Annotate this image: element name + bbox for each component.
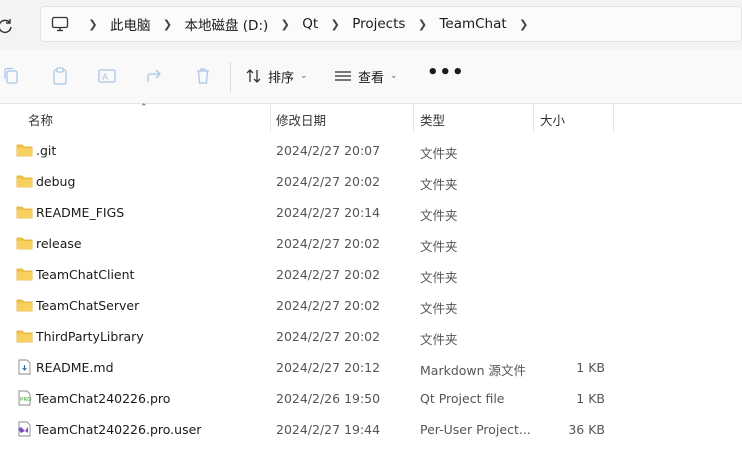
svg-text:PRO: PRO xyxy=(20,397,32,403)
view-button[interactable]: 查看 ⌄ xyxy=(334,64,398,88)
column-divider[interactable] xyxy=(413,104,414,132)
file-name: release xyxy=(36,236,82,251)
breadcrumb-item-qt[interactable]: Qt xyxy=(295,16,325,32)
sort-label: 排序 xyxy=(268,70,295,86)
column-header-row: ⌃ 名称 修改日期 类型 大小 xyxy=(0,103,742,132)
paste-icon[interactable] xyxy=(50,66,70,86)
file-type: Qt Project file xyxy=(420,391,505,406)
svg-text:A: A xyxy=(102,73,109,83)
file-name: TeamChatServer xyxy=(36,298,140,313)
file-row[interactable]: TeamChatClient 2024/2/27 20:02 文件夹 xyxy=(0,259,742,290)
file-row[interactable]: release 2024/2/27 20:02 文件夹 xyxy=(0,228,742,259)
file-type: 文件夹 xyxy=(420,146,458,161)
file-date: 2024/2/27 20:02 xyxy=(276,267,381,282)
file-name: TeamChatClient xyxy=(36,267,135,282)
sort-ascending-icon: ⌃ xyxy=(140,103,148,113)
file-type: 文件夹 xyxy=(420,208,458,223)
file-row[interactable]: README.md 2024/2/27 20:12 Markdown 源文件 1… xyxy=(0,352,742,383)
chevron-down-icon: ⌄ xyxy=(390,71,398,81)
folder-icon xyxy=(16,268,33,281)
file-name: README.md xyxy=(36,360,114,375)
file-type: 文件夹 xyxy=(420,270,458,285)
folder-icon xyxy=(16,175,33,188)
view-list-icon xyxy=(335,71,351,81)
file-type: Per-User Project... xyxy=(420,422,531,437)
column-divider[interactable] xyxy=(533,104,534,132)
file-size: 36 KB xyxy=(568,422,605,437)
qt-pro-file-icon: PRO xyxy=(18,390,32,406)
file-row[interactable]: TeamChatServer 2024/2/27 20:02 文件夹 xyxy=(0,290,742,321)
chevron-down-icon: ⌄ xyxy=(300,71,308,81)
breadcrumb-item-drive-d[interactable]: 本地磁盘 (D:) xyxy=(178,14,276,34)
file-list: .git 2024/2/27 20:07 文件夹 debug 2024/2/27… xyxy=(0,135,742,445)
file-row[interactable]: PRO TeamChat240226.pro 2024/2/26 19:50 Q… xyxy=(0,383,742,414)
more-options-icon[interactable]: ••• xyxy=(427,64,465,82)
file-type: 文件夹 xyxy=(420,239,458,254)
column-divider[interactable] xyxy=(270,104,271,132)
folder-icon xyxy=(16,237,33,250)
breadcrumb-item-teamchat[interactable]: TeamChat xyxy=(432,16,513,32)
file-date: 2024/2/27 20:02 xyxy=(276,236,381,251)
file-type: 文件夹 xyxy=(420,301,458,316)
column-header-name[interactable]: 名称 xyxy=(28,110,53,129)
file-row[interactable]: .git 2024/2/27 20:07 文件夹 xyxy=(0,135,742,166)
chevron-right-icon[interactable]: ❯ xyxy=(325,18,345,31)
file-name: README_FIGS xyxy=(36,205,125,220)
file-type: 文件夹 xyxy=(420,177,458,192)
file-date: 2024/2/27 20:02 xyxy=(276,174,381,189)
column-header-type[interactable]: 类型 xyxy=(420,110,445,129)
file-date: 2024/2/27 19:44 xyxy=(276,422,381,437)
share-icon[interactable] xyxy=(145,66,165,86)
file-date: 2024/2/27 20:12 xyxy=(276,360,381,375)
copy-icon[interactable] xyxy=(2,66,22,86)
column-header-date[interactable]: 修改日期 xyxy=(276,110,326,129)
visual-studio-file-icon xyxy=(18,421,31,437)
command-bar: A 排序 ⌄ 查看 ⌄ ••• xyxy=(0,50,742,104)
chevron-right-icon[interactable]: ❯ xyxy=(83,18,103,31)
file-date: 2024/2/27 20:14 xyxy=(276,205,381,220)
file-name: TeamChat240226.pro xyxy=(36,391,171,406)
address-bar-area: ❯ 此电脑 ❯ 本地磁盘 (D:) ❯ Qt ❯ Projects ❯ Team… xyxy=(0,0,742,50)
folder-icon xyxy=(16,144,33,157)
markdown-file-icon xyxy=(18,359,31,375)
file-date: 2024/2/27 20:02 xyxy=(276,329,381,344)
sort-icon xyxy=(246,69,261,83)
sort-button[interactable]: 排序 ⌄ xyxy=(246,64,308,88)
computer-icon[interactable] xyxy=(51,16,69,32)
file-type: Markdown 源文件 xyxy=(420,363,527,378)
file-row[interactable]: debug 2024/2/27 20:02 文件夹 xyxy=(0,166,742,197)
chevron-right-icon[interactable]: ❯ xyxy=(514,18,534,31)
column-header-size[interactable]: 大小 xyxy=(540,110,565,129)
file-name: ThirdPartyLibrary xyxy=(36,329,144,344)
rename-icon[interactable]: A xyxy=(97,66,117,86)
file-name: debug xyxy=(36,174,76,189)
file-date: 2024/2/27 20:07 xyxy=(276,143,381,158)
chevron-right-icon[interactable]: ❯ xyxy=(158,18,178,31)
breadcrumb-item-this-pc[interactable]: 此电脑 xyxy=(103,14,158,34)
chevron-right-icon[interactable]: ❯ xyxy=(412,18,432,31)
file-size: 1 KB xyxy=(576,391,605,406)
toolbar-divider xyxy=(230,62,231,92)
column-divider[interactable] xyxy=(613,104,614,132)
file-type: 文件夹 xyxy=(420,332,458,347)
delete-icon[interactable] xyxy=(193,66,213,86)
file-name: .git xyxy=(36,143,57,158)
file-row[interactable]: README_FIGS 2024/2/27 20:14 文件夹 xyxy=(0,197,742,228)
file-name: TeamChat240226.pro.user xyxy=(36,422,202,437)
view-label: 查看 xyxy=(358,70,385,86)
file-date: 2024/2/26 19:50 xyxy=(276,391,381,406)
refresh-icon[interactable] xyxy=(0,17,14,35)
file-row[interactable]: TeamChat240226.pro.user 2024/2/27 19:44 … xyxy=(0,414,742,445)
folder-icon xyxy=(16,299,33,312)
chevron-right-icon[interactable]: ❯ xyxy=(275,18,295,31)
breadcrumb-item-projects[interactable]: Projects xyxy=(345,16,412,32)
folder-icon xyxy=(16,330,33,343)
breadcrumb[interactable]: ❯ 此电脑 ❯ 本地磁盘 (D:) ❯ Qt ❯ Projects ❯ Team… xyxy=(40,6,742,42)
file-row[interactable]: ThirdPartyLibrary 2024/2/27 20:02 文件夹 xyxy=(0,321,742,352)
file-date: 2024/2/27 20:02 xyxy=(276,298,381,313)
file-size: 1 KB xyxy=(576,360,605,375)
folder-icon xyxy=(16,206,33,219)
